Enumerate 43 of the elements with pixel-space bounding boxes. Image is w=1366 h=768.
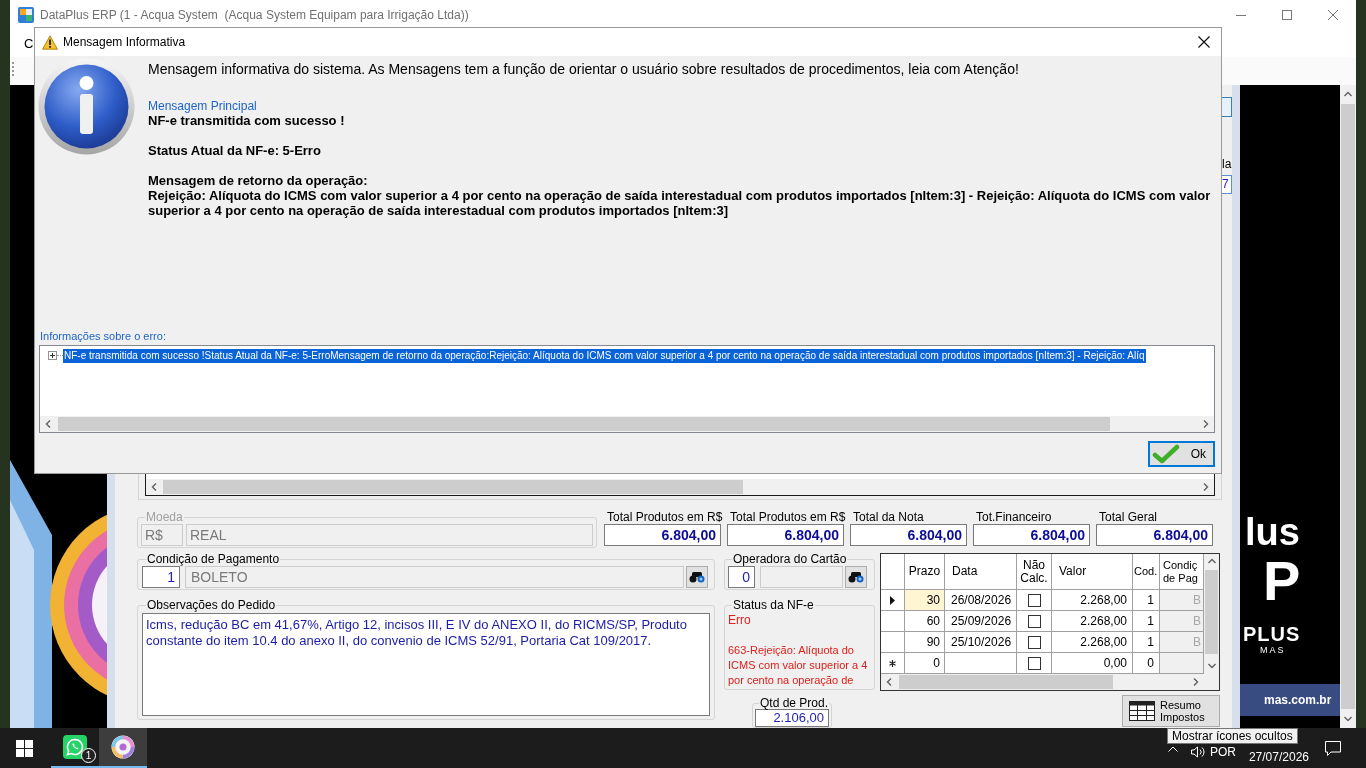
status-value: Erro xyxy=(728,613,752,628)
table-cell: 2.268,00 xyxy=(1052,632,1133,653)
window-title: DataPlus ERP (1 - Acqua System (Acqua System Equipam para Irrigação Ltda)) xyxy=(40,7,469,23)
total-label: Total da Nota xyxy=(852,510,925,524)
group-label: Status da NF-e xyxy=(732,598,815,612)
total-label: Tot.Financeiro xyxy=(975,510,1053,524)
total-label: Total Geral xyxy=(1098,510,1159,524)
table-cell: 0 xyxy=(905,653,945,674)
website-text: mas.com.br xyxy=(1264,693,1332,707)
table-cell: 2.268,00 xyxy=(1052,611,1133,632)
table-cell: 26/08/2026 xyxy=(945,590,1017,611)
field-label: la xyxy=(1222,157,1232,171)
logo-text: MAS xyxy=(1259,645,1287,655)
table-cell: 30 xyxy=(905,590,945,611)
table-cell: 2.268,00 xyxy=(1052,590,1133,611)
table-cell: 25/09/2026 xyxy=(945,611,1017,632)
group-label: Operadora do Cartão xyxy=(732,552,848,566)
logo-text: lus xyxy=(1244,513,1301,551)
table-cell: 60 xyxy=(905,611,945,632)
return-heading: Mensagem de retorno da operação: xyxy=(148,173,369,188)
group-label: Observações do Pedido xyxy=(146,598,277,612)
error-info-label: Informações sobre o erro: xyxy=(39,330,167,343)
table-cell: B xyxy=(1160,632,1204,653)
section-label: Mensagem Principal xyxy=(148,99,258,113)
logo-text: PLUS xyxy=(1242,624,1302,644)
table-cell: 25/10/2026 xyxy=(945,632,1017,653)
status-text: Status Atual da NF-e: 5-Erro xyxy=(148,143,322,158)
group-label: Qtd de Prod. xyxy=(759,697,830,709)
group-label: Condição de Pagamento xyxy=(146,552,281,566)
table-cell: 90 xyxy=(905,632,945,653)
table-cell: B xyxy=(1160,590,1204,611)
intro-text: Mensagem informativa do sistema. As Mensagens tem a função de orientar o usuário sobre resultados de procedimentos, leia com Atenção! xyxy=(148,61,1020,78)
tooltip: Mostrar ícones ocultos xyxy=(1167,728,1298,744)
notification-badge: 1 xyxy=(81,748,96,763)
group-label: Moeda xyxy=(145,510,184,524)
status-message: 663-Rejeição: Alíquota do ICMS com valor superior a 4 por cento na operação de xyxy=(728,643,869,688)
dialog-title: Mensagem Informativa xyxy=(63,34,186,50)
total-label: Total Produtos em R$ xyxy=(606,510,721,524)
table-cell: B xyxy=(1160,611,1204,632)
return-message: Rejeição: Alíquota do ICMS com valor superior a 4 por cento na operação de saída interestadual com produtos importados [nItem:3] - Rejeição: Alíquota do ICMS com valor superior a 4 por cento na operação de saída interestadual com produtos importados [nItem:3] xyxy=(148,188,1212,218)
message-headline: NF-e transmitida com sucesso ! xyxy=(148,113,346,128)
logo-text: P xyxy=(1262,553,1302,609)
total-label: Total Produtos em R$ xyxy=(729,510,844,524)
